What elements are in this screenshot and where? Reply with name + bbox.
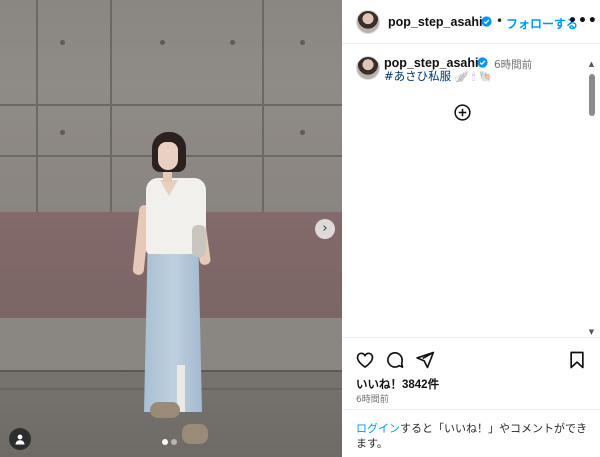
post-time: 6時間前: [494, 59, 533, 71]
scroll-down-arrow[interactable]: ▼: [587, 328, 596, 336]
post-date: 6時間前: [356, 395, 389, 405]
share-icon[interactable]: [415, 350, 435, 370]
post-header: pop_step_asahi • フォローする •••: [342, 0, 600, 44]
heart-icon[interactable]: [355, 350, 375, 370]
person-shoe: [150, 402, 180, 418]
caption-emojis: 🪽 🕯 🐚: [454, 70, 493, 83]
post-photo[interactable]: ›: [0, 0, 342, 457]
carousel-next-button[interactable]: ›: [315, 219, 335, 239]
person-denim-skirt: [144, 252, 202, 412]
login-prompt: ログインすると「いいね！」やコメントができます。: [356, 421, 588, 451]
tag-user-icon: [15, 434, 25, 445]
header-separator: •: [496, 14, 504, 28]
avatar[interactable]: [356, 10, 380, 34]
post-sidebar: pop_step_asahi • フォローする ••• pop_step_asa…: [342, 0, 600, 457]
more-icon[interactable]: •••: [568, 13, 598, 29]
wall-tie: [60, 40, 65, 45]
carousel-dot: [171, 439, 177, 445]
header-username[interactable]: pop_step_asahi: [388, 15, 482, 29]
person-face: [158, 142, 178, 170]
scroll-up-arrow[interactable]: ▲: [587, 60, 596, 68]
verified-badge-icon: [477, 57, 488, 68]
likes-count[interactable]: いいね！3842件: [356, 376, 439, 392]
comment-icon[interactable]: [385, 350, 405, 370]
carousel-dots: [162, 439, 177, 445]
wall-seam: [36, 0, 38, 212]
comments-scrollbar[interactable]: ▲ ▼: [587, 60, 596, 336]
bookmark-icon[interactable]: [567, 350, 587, 370]
verified-badge-icon: [481, 16, 492, 27]
wall-tie: [60, 130, 65, 135]
carousel-dot-active: [162, 439, 168, 445]
actions-divider: [342, 337, 600, 338]
wall-tie: [230, 40, 235, 45]
wall-seam: [110, 0, 112, 212]
wall-seam: [262, 0, 264, 212]
person-shoe: [182, 424, 208, 444]
wall-tie: [300, 40, 305, 45]
scroll-thumb[interactable]: [589, 74, 595, 116]
caption-hashtag[interactable]: #あさひ私服: [384, 69, 451, 83]
post-caption: #あさひ私服 🪽 🕯 🐚: [384, 68, 492, 84]
wall-tie: [300, 130, 305, 135]
person-bag: [192, 225, 206, 257]
add-circle-icon[interactable]: [454, 104, 471, 121]
wall-tie: [160, 40, 165, 45]
login-link[interactable]: ログイン: [356, 422, 400, 435]
caption-avatar[interactable]: [356, 56, 380, 80]
tag-user-button[interactable]: [9, 428, 31, 450]
login-divider: [342, 409, 600, 410]
wall-seam: [0, 104, 342, 106]
